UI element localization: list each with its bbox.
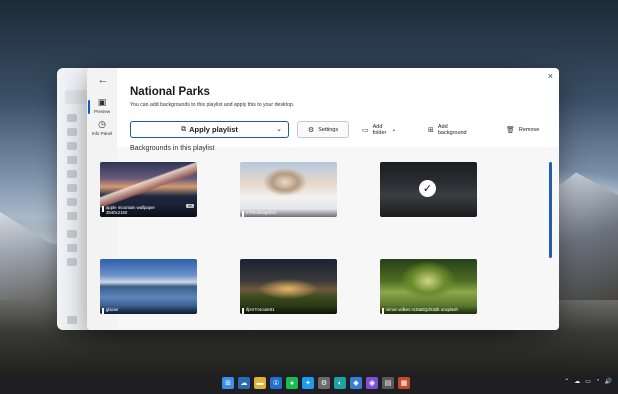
apply-playlist-button[interactable]: ⧉ Apply playlist ⌄ <box>130 121 289 138</box>
background-thumbnail[interactable]: glacier <box>100 259 197 314</box>
add-folder-label: Add folder <box>372 123 387 136</box>
backgrounds-app-icon[interactable]: ▦ <box>398 377 410 389</box>
back-nav-item[interactable] <box>67 212 77 220</box>
add-background-label: Add background <box>437 123 467 136</box>
back-nav-item[interactable] <box>67 142 77 150</box>
background-thumbnail-selected[interactable]: ✓ <box>380 162 477 217</box>
background-thumbnail[interactable]: ifpm7n4ou5r61 <box>240 259 337 314</box>
edge-icon[interactable]: ◐ <box>334 377 346 389</box>
chevron-down-icon[interactable]: ⌄ <box>276 125 282 133</box>
system-tray: ⌃ ☁ ▭ ◔ 🔊 <box>564 378 612 385</box>
thumbnail-name: simon wilkes m3taBQdS3dk unsplash <box>386 307 458 312</box>
file-explorer-icon[interactable]: ▬ <box>254 377 266 389</box>
playlist-dialog: ← ▣ Preview ◷ Info Panel × National Park… <box>87 68 559 330</box>
checkmark-icon: ✓ <box>419 180 436 197</box>
rail-item-label: Preview <box>93 109 110 114</box>
trash-icon: 🗑 <box>506 126 515 134</box>
tray-icon[interactable]: 🔊 <box>605 378 612 385</box>
clock-icon: ◷ <box>98 119 106 129</box>
rail-item-info-panel[interactable]: ◷ Info Panel <box>87 117 117 143</box>
rail-item-label: Info Panel <box>91 131 113 136</box>
settings-icon[interactable]: ⚙ <box>318 377 330 389</box>
page-subtitle: You can add backgrounds to this playlist… <box>130 102 295 108</box>
close-icon[interactable]: × <box>548 71 553 81</box>
back-nav-item[interactable] <box>67 198 77 206</box>
background-thumbnail[interactable]: x7hmufu0g0k41 <box>240 162 337 217</box>
back-nav-item[interactable] <box>67 244 77 252</box>
tray-icon[interactable]: ◔ <box>596 378 600 385</box>
thumbnail-size: 3840x2160 <box>106 210 128 215</box>
add-folder-button[interactable]: ▭ Add folder ⌄ <box>362 121 396 138</box>
gear-icon: ⚙ <box>307 126 315 134</box>
thumbnail-caption: glacier <box>100 306 197 314</box>
settings-label: Settings <box>318 126 339 133</box>
back-nav-item[interactable] <box>67 316 77 324</box>
photos-icon[interactable]: ◆ <box>350 377 362 389</box>
spotify-icon[interactable]: ● <box>286 377 298 389</box>
back-nav-item[interactable] <box>67 156 77 164</box>
tray-icon[interactable]: ☁ <box>574 378 580 385</box>
remove-label: Remove <box>518 126 540 133</box>
add-background-button[interactable]: ⊞ Add background <box>428 121 467 138</box>
add-image-icon: ⊞ <box>428 126 434 134</box>
background-thumbnail[interactable]: simon wilkes m3taBQdS3dk unsplash <box>380 259 477 314</box>
taskbar: ⊞ ☁ ▬ ① ● ✦ ⚙ ◐ ◆ ◉ ▤ ▦ ⌃ ☁ ▭ ◔ 🔊 <box>0 374 618 394</box>
tray-icon[interactable]: ▭ <box>585 378 591 385</box>
onepassword-icon[interactable]: ① <box>270 377 282 389</box>
app-icon[interactable]: ◉ <box>366 377 378 389</box>
remove-button[interactable]: 🗑 Remove <box>506 121 539 138</box>
back-nav-item[interactable] <box>67 128 77 136</box>
back-nav-item[interactable] <box>67 184 77 192</box>
notes-icon[interactable]: ▤ <box>382 377 394 389</box>
taskbar-apps: ⊞ ☁ ▬ ① ● ✦ ⚙ ◐ ◆ ◉ ▤ ▦ <box>222 377 410 389</box>
back-nav-item[interactable] <box>67 170 77 178</box>
thumbnail-caption: ifpm7n4ou5r61 <box>240 306 337 314</box>
thumbnail-caption: simon wilkes m3taBQdS3dk unsplash <box>380 306 477 314</box>
preview-icon: ▣ <box>97 97 107 107</box>
back-nav-item[interactable] <box>67 230 77 238</box>
background-thumbnail[interactable]: 4K apple mountain wallpaper 3840x2160 <box>100 162 197 217</box>
thumbnail-name: glacier <box>106 307 119 312</box>
thumbnail-name: x7hmufu0g0k41 <box>246 210 277 215</box>
back-nav-item[interactable] <box>67 114 77 122</box>
thumbnail-caption: x7hmufu0g0k41 <box>240 209 337 217</box>
apply-playlist-label: Apply playlist <box>189 125 238 134</box>
apply-icon: ⧉ <box>181 125 187 133</box>
settings-button[interactable]: ⚙ Settings <box>297 121 349 138</box>
scrollbar[interactable] <box>549 162 552 258</box>
start-icon[interactable]: ⊞ <box>222 377 234 389</box>
page-title: National Parks <box>130 86 210 98</box>
folder-icon: ▭ <box>362 126 369 134</box>
section-label: Backgrounds in this playlist <box>130 145 215 152</box>
widgets-icon[interactable]: ☁ <box>238 377 250 389</box>
back-nav-item[interactable] <box>67 258 77 266</box>
tray-icon[interactable]: ⌃ <box>564 378 569 385</box>
back-arrow-icon[interactable]: ← <box>96 74 110 86</box>
twitter-icon[interactable]: ✦ <box>302 377 314 389</box>
thumbnail-caption: apple mountain wallpaper 3840x2160 <box>100 204 197 217</box>
chevron-down-icon: ⌄ <box>391 127 397 133</box>
thumbnail-name: ifpm7n4ou5r61 <box>246 307 275 312</box>
